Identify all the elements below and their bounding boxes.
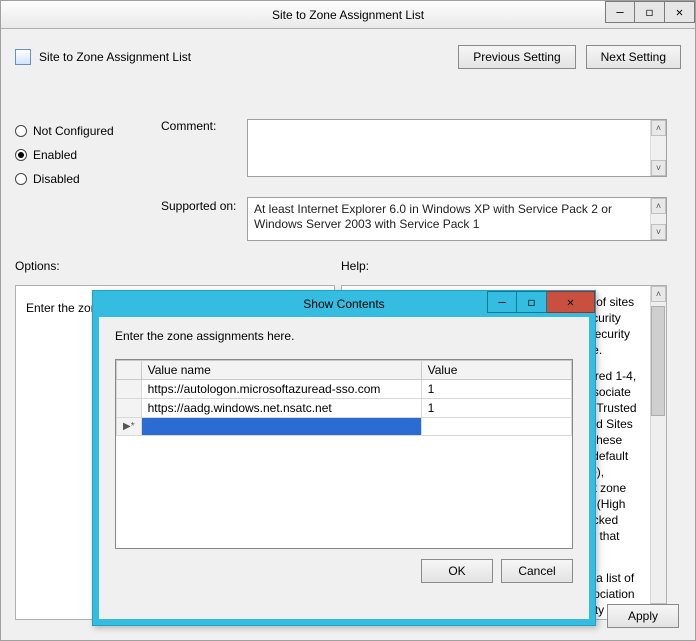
table-row[interactable]: https://autologon.microsoftazuread-sso.c…	[117, 380, 572, 399]
previous-setting-button[interactable]: Previous Setting	[458, 45, 575, 69]
show-contents-dialog: Show Contents — ◻ ✕ Enter the zone assig…	[92, 290, 596, 626]
minimize-button[interactable]: —	[605, 1, 635, 23]
new-row-marker[interactable]: ▶*	[117, 418, 142, 436]
value-cell[interactable]: 1	[421, 399, 571, 418]
footer-buttons: Apply	[607, 604, 679, 628]
titlebar[interactable]: Site to Zone Assignment List — ◻ ✕	[1, 1, 695, 29]
dialog-maximize-button[interactable]: ◻	[517, 291, 547, 313]
radio-not-configured[interactable]: Not Configured	[15, 119, 155, 143]
comment-scrollbar[interactable]: ˄ ˅	[650, 120, 666, 176]
scrollbar-thumb[interactable]	[651, 306, 665, 416]
close-button[interactable]: ✕	[665, 1, 695, 23]
col-header-value-name[interactable]: Value name	[141, 361, 421, 380]
comment-label: Comment:	[161, 119, 216, 133]
supported-on-text: At least Internet Explorer 6.0 in Window…	[247, 197, 667, 241]
dialog-instruction: Enter the zone assignments here.	[115, 329, 573, 343]
dialog-body: Enter the zone assignments here. Value n…	[99, 317, 589, 619]
radio-label: Not Configured	[33, 124, 114, 138]
supported-on-label: Supported on:	[161, 199, 236, 213]
window-buttons: — ◻ ✕	[605, 1, 695, 23]
radio-icon	[15, 125, 27, 137]
value-name-cell[interactable]: https://aadg.windows.net.nsatc.net	[141, 399, 421, 418]
supported-scrollbar[interactable]: ˄ ˅	[650, 198, 666, 240]
options-section-label: Options:	[15, 259, 341, 273]
cancel-button[interactable]: Cancel	[501, 559, 573, 583]
dialog-window-buttons: — ◻ ✕	[487, 291, 595, 313]
scroll-up-icon[interactable]: ˄	[651, 198, 666, 214]
state-radio-group: Not Configured Enabled Disabled	[15, 119, 155, 191]
help-scrollbar[interactable]: ˄ ˅	[650, 286, 666, 619]
grid-header-row: Value name Value	[117, 361, 572, 380]
scroll-down-icon[interactable]: ˅	[651, 160, 666, 176]
radio-icon	[15, 149, 27, 161]
dialog-titlebar[interactable]: Show Contents — ◻ ✕	[93, 291, 595, 317]
scroll-up-icon[interactable]: ˄	[651, 120, 666, 136]
row-header-cell[interactable]	[117, 399, 142, 418]
scroll-down-icon[interactable]: ˅	[651, 224, 666, 240]
apply-button[interactable]: Apply	[607, 604, 679, 628]
value-cell[interactable]	[421, 418, 571, 436]
header-row: Site to Zone Assignment List Previous Se…	[15, 41, 681, 73]
table-row[interactable]: https://aadg.windows.net.nsatc.net 1	[117, 399, 572, 418]
comment-textarea[interactable]: ˄ ˅	[247, 119, 667, 177]
radio-label: Disabled	[33, 172, 80, 186]
scroll-up-icon[interactable]: ˄	[651, 286, 666, 302]
value-cell[interactable]: 1	[421, 380, 571, 399]
zone-grid[interactable]: Value name Value https://autologon.micro…	[115, 359, 573, 549]
policy-icon	[15, 49, 31, 65]
radio-disabled[interactable]: Disabled	[15, 167, 155, 191]
section-labels: Options: Help:	[15, 259, 675, 273]
value-name-cell[interactable]: https://autologon.microsoftazuread-sso.c…	[141, 380, 421, 399]
supported-on-value: At least Internet Explorer 6.0 in Window…	[254, 202, 612, 231]
policy-title: Site to Zone Assignment List	[39, 50, 191, 64]
radio-enabled[interactable]: Enabled	[15, 143, 155, 167]
help-section-label: Help:	[341, 259, 369, 273]
value-name-cell[interactable]	[141, 418, 421, 436]
dialog-footer: OK Cancel	[115, 549, 573, 583]
radio-icon	[15, 173, 27, 185]
col-header-value[interactable]: Value	[421, 361, 571, 380]
dialog-minimize-button[interactable]: —	[487, 291, 517, 313]
window-title: Site to Zone Assignment List	[1, 8, 695, 22]
table-row-new[interactable]: ▶*	[117, 418, 572, 436]
maximize-button[interactable]: ◻	[635, 1, 665, 23]
row-header-cell[interactable]	[117, 380, 142, 399]
next-setting-button[interactable]: Next Setting	[586, 45, 681, 69]
dialog-close-button[interactable]: ✕	[547, 291, 595, 313]
radio-label: Enabled	[33, 148, 77, 162]
ok-button[interactable]: OK	[421, 559, 493, 583]
grid-corner-cell	[117, 361, 142, 380]
